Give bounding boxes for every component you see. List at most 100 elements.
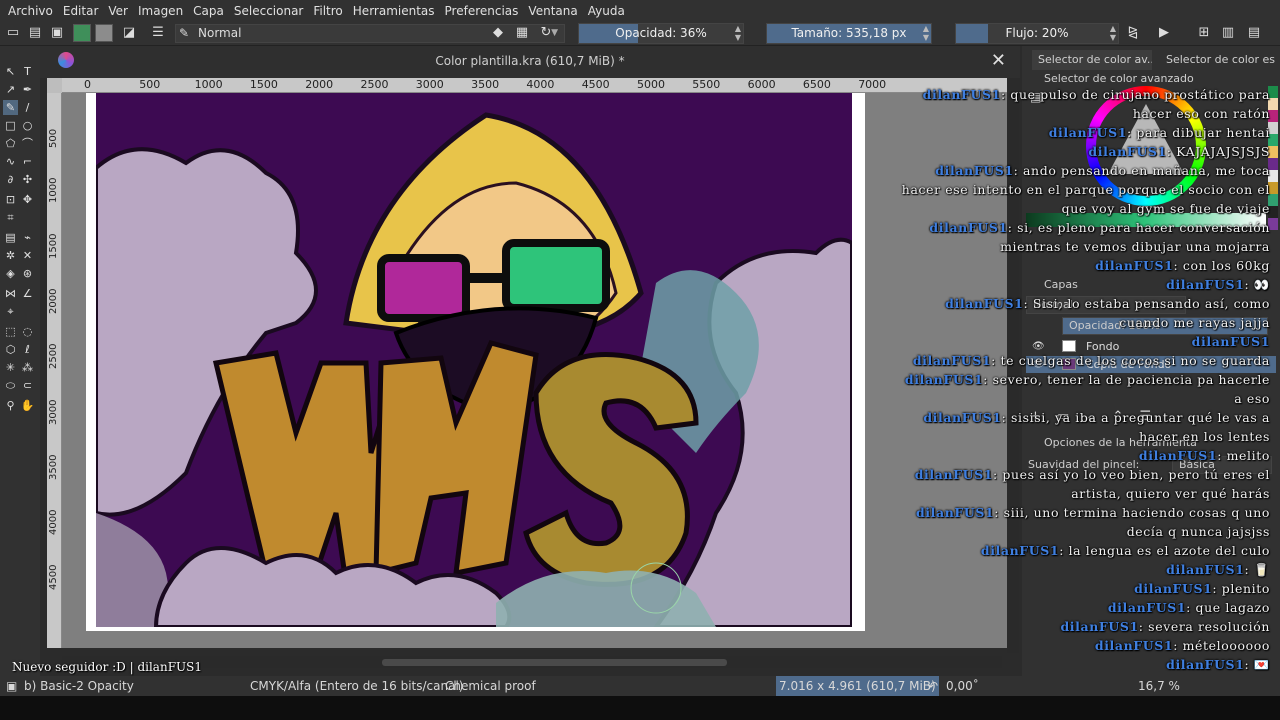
menu-ventana[interactable]: Ventana [523, 4, 582, 18]
flow-slider[interactable]: Flujo: 20% ▲ ▼ [955, 23, 1119, 44]
polygon-select-icon[interactable]: ⬡ [3, 342, 18, 357]
mirror-vertical-icon[interactable]: ▶ [1156, 25, 1172, 41]
menu-preferencias[interactable]: Preferencias [440, 4, 524, 18]
menu-archivo[interactable]: Archivo [0, 4, 58, 18]
document-title[interactable]: Color plantilla.kra (610,7 MiB) * [40, 54, 1020, 68]
menu-editar[interactable]: Editar [58, 4, 104, 18]
scrollbar-thumb[interactable] [382, 659, 727, 666]
chat-message: dilanFUS1: siii, uno termina haciendo co… [900, 503, 1270, 541]
smart-patch-icon[interactable]: ✕ [20, 248, 35, 263]
menu-seleccionar[interactable]: Seleccionar [229, 4, 308, 18]
menu-capa[interactable]: Capa [188, 4, 229, 18]
canvas-only-icon[interactable]: ▥ [1220, 25, 1236, 41]
canvas-viewport[interactable] [62, 93, 1007, 648]
assistant-tool-icon[interactable]: ⋈ [3, 286, 18, 301]
chat-username: dilanFUS1 [1166, 657, 1245, 672]
reference-tool-icon[interactable]: ⌖ [3, 304, 18, 319]
tab-specific-color-selector[interactable]: Selector de color es... [1160, 50, 1276, 70]
chat-message: dilanFUS1: para dibujar hentai [900, 123, 1270, 142]
rotate-icon[interactable]: ↶ [928, 676, 938, 696]
eraser-icon[interactable]: ◆ [490, 25, 506, 41]
freehand-brush-icon[interactable]: ✎ [3, 100, 18, 115]
chat-text: : siii, uno termina haciendo cosas q uno… [994, 505, 1270, 539]
chat-message: dilanFUS1: 💌 [900, 655, 1270, 674]
freehand-path-icon[interactable]: ⌐ [20, 154, 35, 169]
alpha-lock-icon[interactable]: ▦ [514, 25, 530, 41]
polyline-tool-icon[interactable]: ⌒ [20, 136, 35, 151]
pan-tool-icon[interactable]: ✋ [20, 398, 35, 413]
chat-username: dilanFUS1 [922, 87, 1001, 102]
select-shapes-icon[interactable]: ↖ [3, 64, 18, 79]
chat-username: dilanFUS1 [904, 372, 984, 387]
bezier-select-icon[interactable]: ⬭ [3, 378, 18, 393]
menu-filtro[interactable]: Filtro [308, 4, 347, 18]
similar-select-icon[interactable]: ⁂ [20, 360, 35, 375]
chat-message: dilanFUS1: KAJAJAJSJSJS [900, 142, 1270, 161]
wrap-around-icon[interactable]: ⊞ [1196, 25, 1212, 41]
new-document-icon[interactable]: ▭ [5, 25, 21, 41]
chat-username: dilanFUS1 [923, 410, 1002, 425]
menu-ayuda[interactable]: Ayuda [583, 4, 630, 18]
fg-bg-color-icon[interactable]: ◪ [121, 25, 137, 41]
multibrush-icon[interactable]: ✣ [20, 172, 35, 187]
size-slider[interactable]: Tamaño: 535,18 px ▲ ▼ [766, 23, 932, 44]
dynamic-brush-icon[interactable]: ∂ [3, 172, 18, 187]
ellipse-tool-icon[interactable]: ○ [20, 118, 35, 133]
mirror-horizontal-icon[interactable]: ⧎ [1125, 25, 1141, 41]
color-picker-icon[interactable]: ⌁ [20, 230, 35, 245]
menu-herramientas[interactable]: Herramientas [348, 4, 440, 18]
menu-ver[interactable]: Ver [103, 4, 133, 18]
spin-arrows-icon[interactable]: ▲ ▼ [1110, 24, 1116, 42]
menu-imagen[interactable]: Imagen [133, 4, 188, 18]
status-zoom[interactable]: 16,7 % [1138, 676, 1180, 696]
save-document-icon[interactable]: ▣ [49, 25, 65, 41]
transform-tool-icon[interactable]: ⊡ [3, 192, 18, 207]
gradient-swatch[interactable] [95, 24, 113, 42]
spin-arrows-icon[interactable]: ▲ ▼ [923, 24, 929, 42]
crop-tool-icon[interactable]: ⌗ [3, 210, 18, 225]
ruler-tick-label: 1000 [194, 78, 223, 91]
flow-label: Flujo: 20% [1005, 26, 1069, 40]
taskbar-strip [0, 696, 1280, 720]
fill-tool-icon[interactable]: ◈ [3, 266, 18, 281]
calligraphy-icon[interactable]: ✒ [20, 82, 35, 97]
edit-shapes-icon[interactable]: ↗ [3, 82, 18, 97]
magnetic-select-icon[interactable]: ⊂ [20, 378, 35, 393]
rectangle-tool-icon[interactable]: □ [3, 118, 18, 133]
tab-advanced-color-selector[interactable]: Selector de color av... [1032, 50, 1152, 70]
freehand-select-icon[interactable]: ℓ [20, 342, 35, 357]
chat-message: dilanFUS1: pues así yo lo veo bien, pero… [900, 465, 1270, 503]
fill-select-icon[interactable]: ⊛ [20, 266, 35, 281]
ruler-tick-label: 3000 [48, 399, 59, 425]
measure-tool-icon[interactable]: ∠ [20, 286, 35, 301]
horizontal-scrollbar[interactable] [62, 656, 1002, 668]
pattern-swatch[interactable] [73, 24, 91, 42]
close-icon[interactable]: ✕ [991, 50, 1006, 71]
spin-arrows-icon[interactable]: ▲ ▼ [735, 24, 741, 42]
blend-mode-select[interactable]: ✎ Normal ▼ [175, 24, 565, 43]
brush-settings-icon[interactable]: ☰ [150, 25, 166, 41]
status-rotation[interactable]: 0,00˚ [946, 676, 979, 696]
rect-select-icon[interactable]: ⬚ [3, 324, 18, 339]
chat-username: dilanFUS1 [1094, 638, 1174, 653]
opacity-slider[interactable]: Opacidad: 36% ▲ ▼ [578, 23, 744, 44]
ruler-tick-label: 5000 [637, 78, 665, 91]
chat-username: dilanFUS1 [945, 296, 1024, 311]
status-color-space[interactable]: CMYK/Alfa (Entero de 16 bits/canal) [250, 676, 463, 696]
workspace-icon[interactable]: ▤ [1246, 25, 1262, 41]
chat-username: dilanFUS1 [1138, 448, 1218, 463]
polygon-tool-icon[interactable]: ⬠ [3, 136, 18, 151]
contiguous-select-icon[interactable]: ✳ [3, 360, 18, 375]
gradient-tool-icon[interactable]: ▤ [3, 230, 18, 245]
reload-preset-icon[interactable]: ↻ [538, 25, 554, 41]
bezier-tool-icon[interactable]: ∿ [3, 154, 18, 169]
ruler-tick-label: 5500 [692, 78, 721, 91]
line-tool-icon[interactable]: / [20, 100, 35, 115]
move-tool-icon[interactable]: ✥ [20, 192, 35, 207]
colorize-mask-icon[interactable]: ✲ [3, 248, 18, 263]
chat-text: : 👀 [1244, 277, 1270, 292]
ellipse-select-icon[interactable]: ◌ [20, 324, 35, 339]
text-tool-icon[interactable]: T [20, 64, 35, 79]
open-document-icon[interactable]: ▤ [27, 25, 43, 41]
zoom-tool-icon[interactable]: ⚲ [3, 398, 18, 413]
